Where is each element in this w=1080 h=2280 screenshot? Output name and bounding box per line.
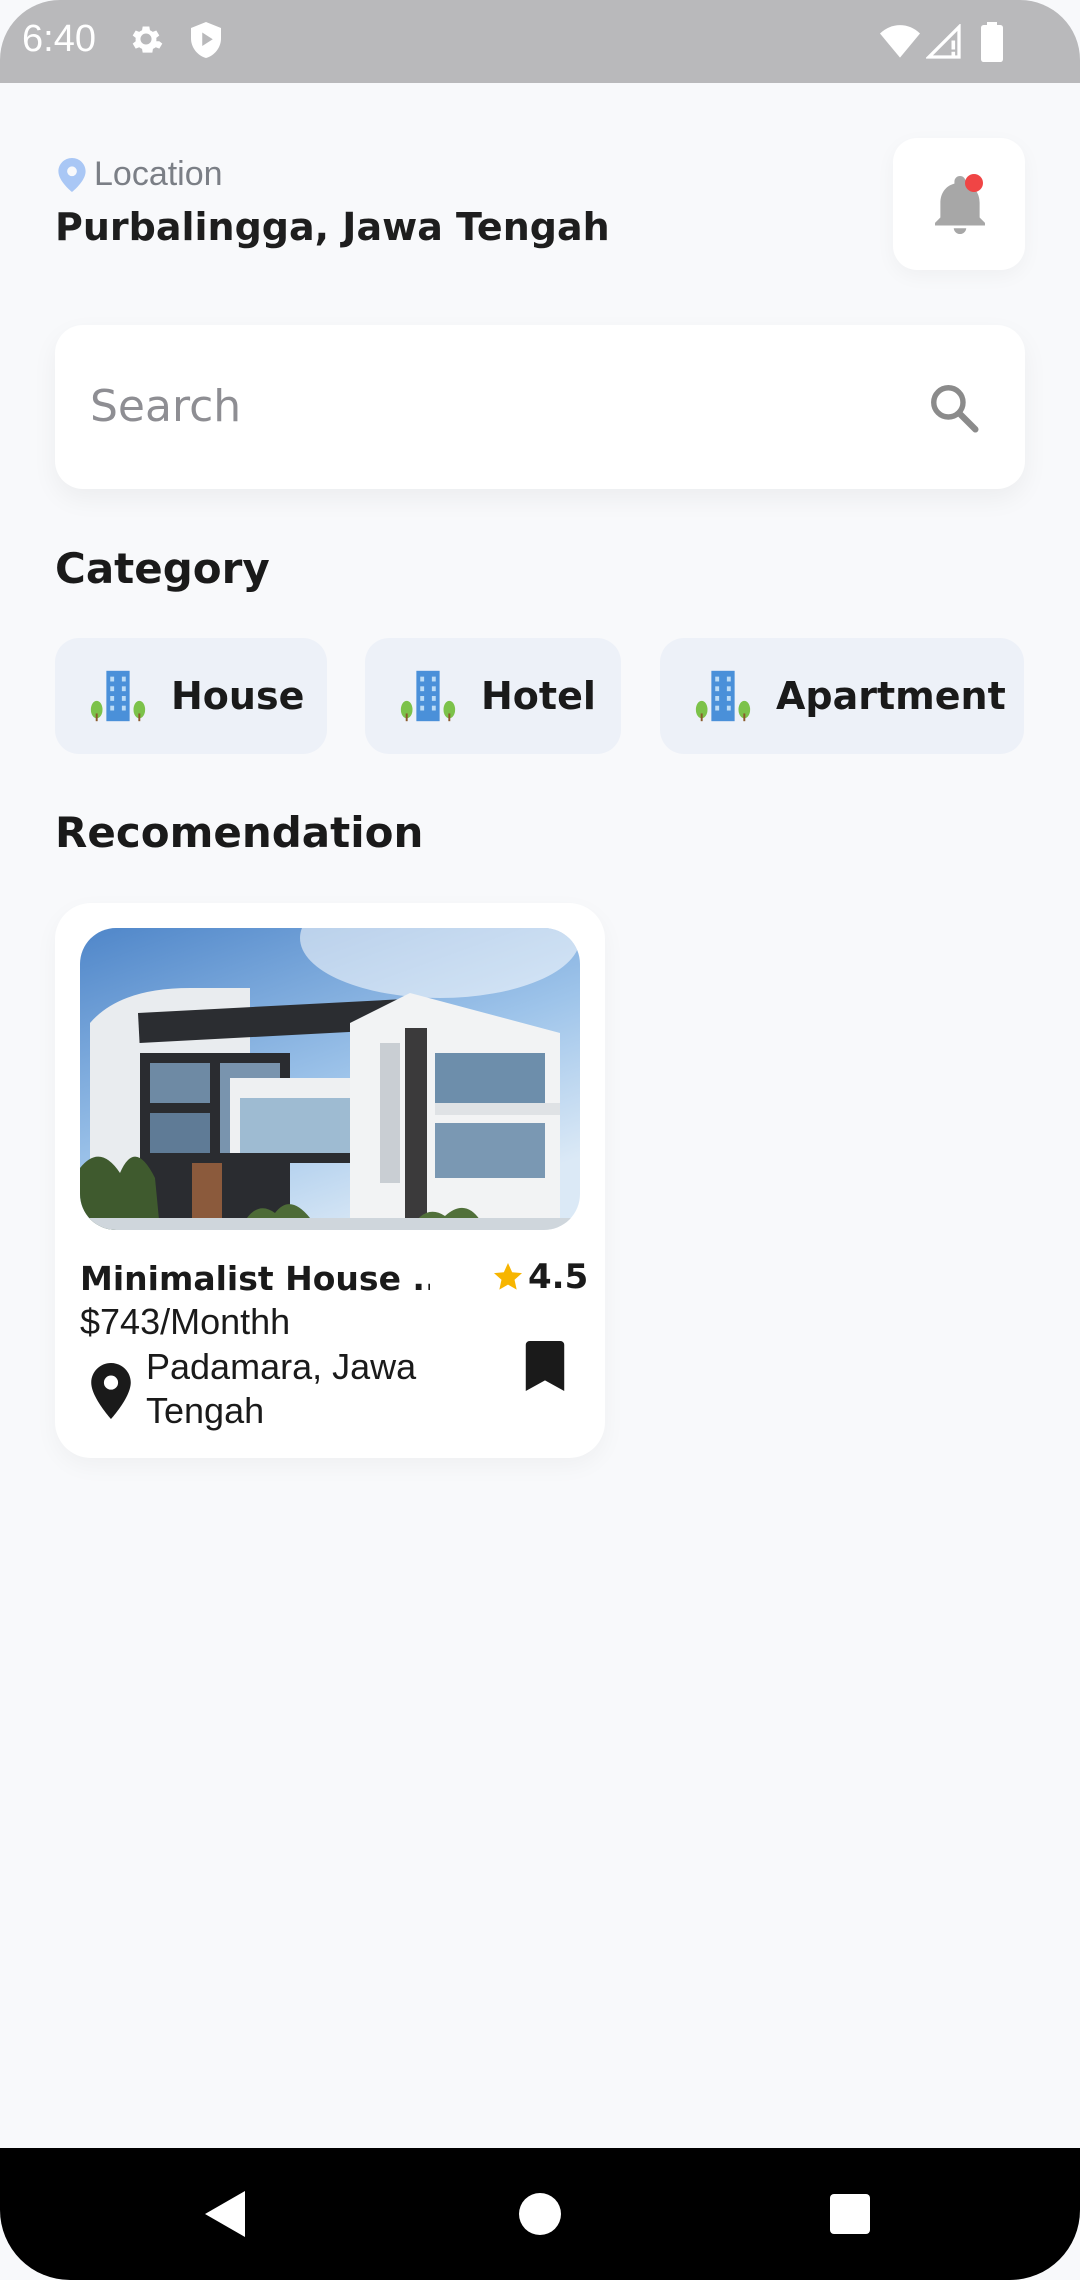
modern-house-photo: [80, 928, 580, 1230]
category-chip-hotel[interactable]: Hotel: [365, 638, 621, 754]
back-icon: [205, 2191, 245, 2237]
location-label: Location: [94, 155, 223, 193]
current-location[interactable]: Purbalingga, Jawa Tengah: [55, 205, 610, 249]
category-chip-label: House: [171, 674, 305, 718]
rating-value: 4.5: [528, 1257, 589, 1297]
search-input[interactable]: [88, 365, 872, 447]
category-chip-label: Apartment: [776, 674, 1006, 718]
nav-recents-button[interactable]: [770, 2148, 930, 2280]
notification-button[interactable]: [893, 138, 1025, 270]
category-title: Category: [55, 544, 270, 593]
status-bar: 6:40: [0, 0, 1080, 83]
property-price: $743/Monthh: [80, 1301, 291, 1342]
gear-icon: [132, 26, 163, 53]
map-pin-icon: [91, 1363, 131, 1419]
signal-icon: [926, 24, 961, 59]
property-location: Padamara, Jawa Tengah: [146, 1346, 417, 1431]
battery-icon: [981, 22, 1003, 62]
nav-home-button[interactable]: [460, 2148, 620, 2280]
building-icon: [90, 670, 146, 722]
wifi-icon: [880, 25, 920, 58]
search-icon[interactable]: [927, 381, 981, 435]
building-icon: [400, 670, 456, 722]
property-card[interactable]: Minimalist House ... 4.5 $743/Monthh Pad…: [55, 903, 605, 1458]
system-nav-bar: [0, 2148, 1080, 2280]
notification-badge: [965, 174, 983, 192]
home-icon: [519, 2193, 561, 2235]
recommendation-title: Recomendation: [55, 808, 424, 857]
property-image[interactable]: [80, 928, 580, 1230]
property-rating: 4.5: [492, 1257, 588, 1297]
category-chip-apartment[interactable]: Apartment: [660, 638, 1024, 754]
location-label-row: Location: [58, 155, 223, 194]
category-chip-label: Hotel: [481, 674, 596, 718]
building-icon: [695, 670, 751, 722]
location-pin-icon: [58, 157, 86, 192]
property-title[interactable]: Minimalist House ...: [80, 1259, 430, 1298]
star-icon: [494, 1263, 522, 1290]
nav-back-button[interactable]: [145, 2148, 305, 2280]
bookmark-icon[interactable]: [525, 1341, 565, 1391]
search-bar[interactable]: [55, 325, 1025, 489]
category-chip-house[interactable]: House: [55, 638, 327, 754]
shield-play-icon: [191, 22, 221, 58]
recents-icon: [830, 2194, 870, 2234]
status-time: 6:40: [22, 18, 96, 60]
